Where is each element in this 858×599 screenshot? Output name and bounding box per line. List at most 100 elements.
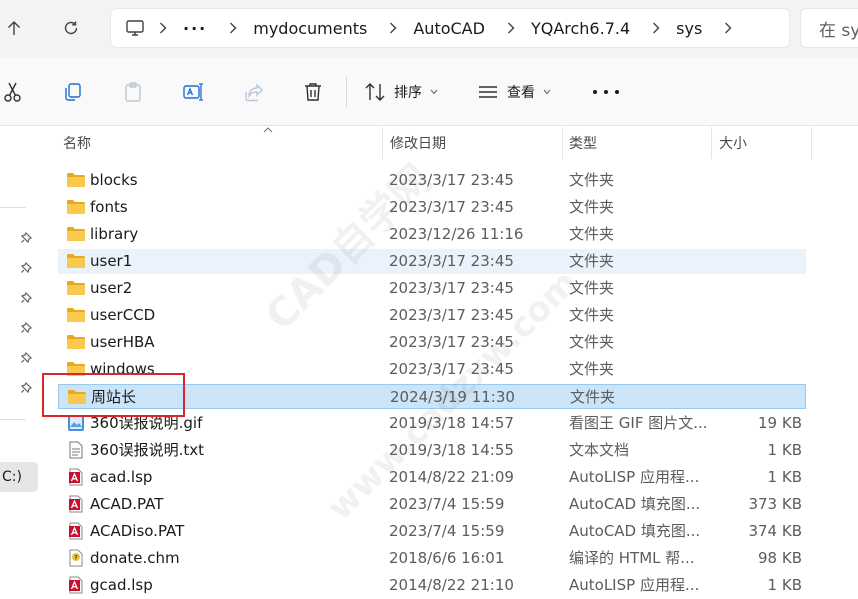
column-separator[interactable]	[711, 127, 712, 159]
column-type[interactable]: 类型	[569, 127, 597, 159]
file-row[interactable]: user2 2023/3/17 23:45 文件夹	[58, 276, 806, 301]
pin-icon[interactable]	[20, 260, 34, 274]
drive-c-item[interactable]: C:)	[0, 462, 38, 492]
computer-icon[interactable]	[125, 18, 145, 38]
pin-icon[interactable]	[20, 290, 34, 304]
autocad-file-icon	[66, 576, 86, 594]
file-row[interactable]: user1 2023/3/17 23:45 文件夹	[58, 249, 806, 274]
chevron-right-icon[interactable]	[507, 22, 517, 34]
column-separator[interactable]	[562, 127, 563, 159]
breadcrumb-item-current[interactable]: sys	[676, 19, 702, 38]
pin-icon[interactable]	[20, 320, 34, 334]
column-date[interactable]: 修改日期	[390, 127, 446, 159]
rename-icon[interactable]	[181, 80, 205, 104]
breadcrumb-item[interactable]: AutoCAD	[413, 19, 485, 38]
file-size: 1 KB	[767, 441, 802, 459]
address-row: ··· mydocuments AutoCAD YQArch6.7.4 sys …	[0, 0, 858, 58]
more-options-icon[interactable]	[593, 82, 619, 102]
view-label: 查看	[507, 85, 535, 101]
column-name[interactable]: 名称	[63, 127, 91, 159]
file-type: 文件夹	[569, 171, 615, 189]
file-type: AutoLISP 应用程...	[569, 576, 700, 594]
file-row[interactable]: ACADiso.PAT 2023/7/4 15:59 AutoCAD 填充图... 3…	[58, 519, 806, 544]
up-arrow-icon[interactable]	[0, 14, 28, 42]
column-header: 名称 修改日期 类型 大小	[50, 127, 820, 159]
file-name: library	[90, 225, 139, 243]
file-size: 374 KB	[748, 522, 802, 540]
file-date: 2023/3/17 23:45	[389, 252, 514, 270]
sort-label: 排序	[394, 85, 422, 101]
share-icon[interactable]	[242, 80, 266, 104]
file-size: 1 KB	[767, 468, 802, 486]
file-name: userCCD	[90, 306, 156, 324]
file-date: 2023/3/17 23:45	[389, 306, 514, 324]
file-row[interactable]: userCCD 2023/3/17 23:45 文件夹	[58, 303, 806, 328]
chevron-right-icon[interactable]	[159, 22, 169, 34]
file-date: 2024/3/19 11:30	[390, 388, 515, 406]
autocad-file-icon	[66, 522, 86, 540]
sort-button[interactable]: 排序	[364, 78, 438, 106]
file-date: 2023/7/4 15:59	[389, 522, 505, 540]
folder-icon	[66, 333, 86, 351]
file-date: 2014/8/22 21:10	[389, 576, 514, 594]
file-size: 373 KB	[748, 495, 802, 513]
refresh-icon[interactable]	[57, 14, 85, 42]
chevron-right-icon[interactable]	[229, 22, 239, 34]
file-type: AutoCAD 填充图...	[569, 522, 701, 540]
folder-icon	[66, 198, 86, 216]
file-row[interactable]: ? donate.chm 2018/6/6 16:01 编译的 HTML 帮... 98…	[58, 546, 806, 571]
file-date: 2023/3/17 23:45	[389, 360, 514, 378]
command-bar: 排序 查看	[0, 58, 858, 126]
autocad-file-icon	[66, 468, 86, 486]
file-row[interactable]: userHBA 2023/3/17 23:45 文件夹	[58, 330, 806, 355]
file-row[interactable]: library 2023/12/26 11:16 文件夹	[58, 222, 806, 247]
pin-icon[interactable]	[20, 380, 34, 394]
file-date: 2023/3/17 23:45	[389, 333, 514, 351]
breadcrumb-item[interactable]: mydocuments	[253, 19, 367, 38]
file-type: 文件夹	[569, 360, 615, 378]
file-date: 2023/3/17 23:45	[389, 279, 514, 297]
file-row[interactable]: 360误报说明.txt 2019/3/18 14:55 文本文档 1 KB	[58, 438, 806, 463]
file-row[interactable]: ACAD.PAT 2023/7/4 15:59 AutoCAD 填充图... 373 …	[58, 492, 806, 517]
chevron-down-icon	[430, 89, 438, 95]
paste-icon[interactable]	[121, 80, 145, 104]
chevron-right-icon[interactable]	[389, 22, 399, 34]
file-date: 2023/3/17 23:45	[389, 171, 514, 189]
breadcrumb-overflow[interactable]: ···	[183, 19, 207, 38]
breadcrumb-item[interactable]: YQArch6.7.4	[531, 19, 630, 38]
column-size[interactable]: 大小	[719, 127, 747, 159]
folder-icon	[66, 252, 86, 270]
file-date: 2023/7/4 15:59	[389, 495, 505, 513]
file-row[interactable]: acad.lsp 2014/8/22 21:09 AutoLISP 应用程... 1 …	[58, 465, 806, 490]
address-bar[interactable]: ··· mydocuments AutoCAD YQArch6.7.4 sys	[110, 8, 790, 48]
file-name: donate.chm	[90, 549, 180, 567]
file-date: 2018/6/6 16:01	[389, 549, 505, 567]
nav-divider	[0, 207, 26, 208]
file-type: 文件夹	[570, 388, 616, 406]
file-row[interactable]: blocks 2023/3/17 23:45 文件夹	[58, 168, 806, 193]
column-separator[interactable]	[811, 127, 812, 159]
file-name: ACAD.PAT	[90, 495, 164, 513]
delete-icon[interactable]	[301, 80, 325, 104]
folder-icon	[66, 279, 86, 297]
chevron-right-icon[interactable]	[724, 22, 734, 34]
file-type: 看图王 GIF 图片文...	[569, 414, 708, 432]
file-type: AutoCAD 填充图...	[569, 495, 701, 513]
search-input[interactable]: 在 sys	[800, 8, 858, 48]
file-name: blocks	[90, 171, 138, 189]
view-button[interactable]: 查看	[477, 78, 551, 106]
copy-icon[interactable]	[61, 80, 85, 104]
nav-divider	[0, 419, 26, 420]
file-size: 19 KB	[758, 414, 802, 432]
file-date: 2014/8/22 21:09	[389, 468, 514, 486]
chevron-right-icon[interactable]	[652, 22, 662, 34]
column-separator[interactable]	[382, 127, 383, 159]
file-type: 文件夹	[569, 198, 615, 216]
pin-icon[interactable]	[20, 230, 34, 244]
cut-icon[interactable]	[2, 80, 26, 104]
file-row[interactable]: fonts 2023/3/17 23:45 文件夹	[58, 195, 806, 220]
file-row[interactable]: gcad.lsp 2014/8/22 21:10 AutoLISP 应用程... 1 …	[58, 573, 806, 598]
file-type: 文件夹	[569, 333, 615, 351]
pin-icon[interactable]	[20, 350, 34, 364]
file-type: 文件夹	[569, 306, 615, 324]
